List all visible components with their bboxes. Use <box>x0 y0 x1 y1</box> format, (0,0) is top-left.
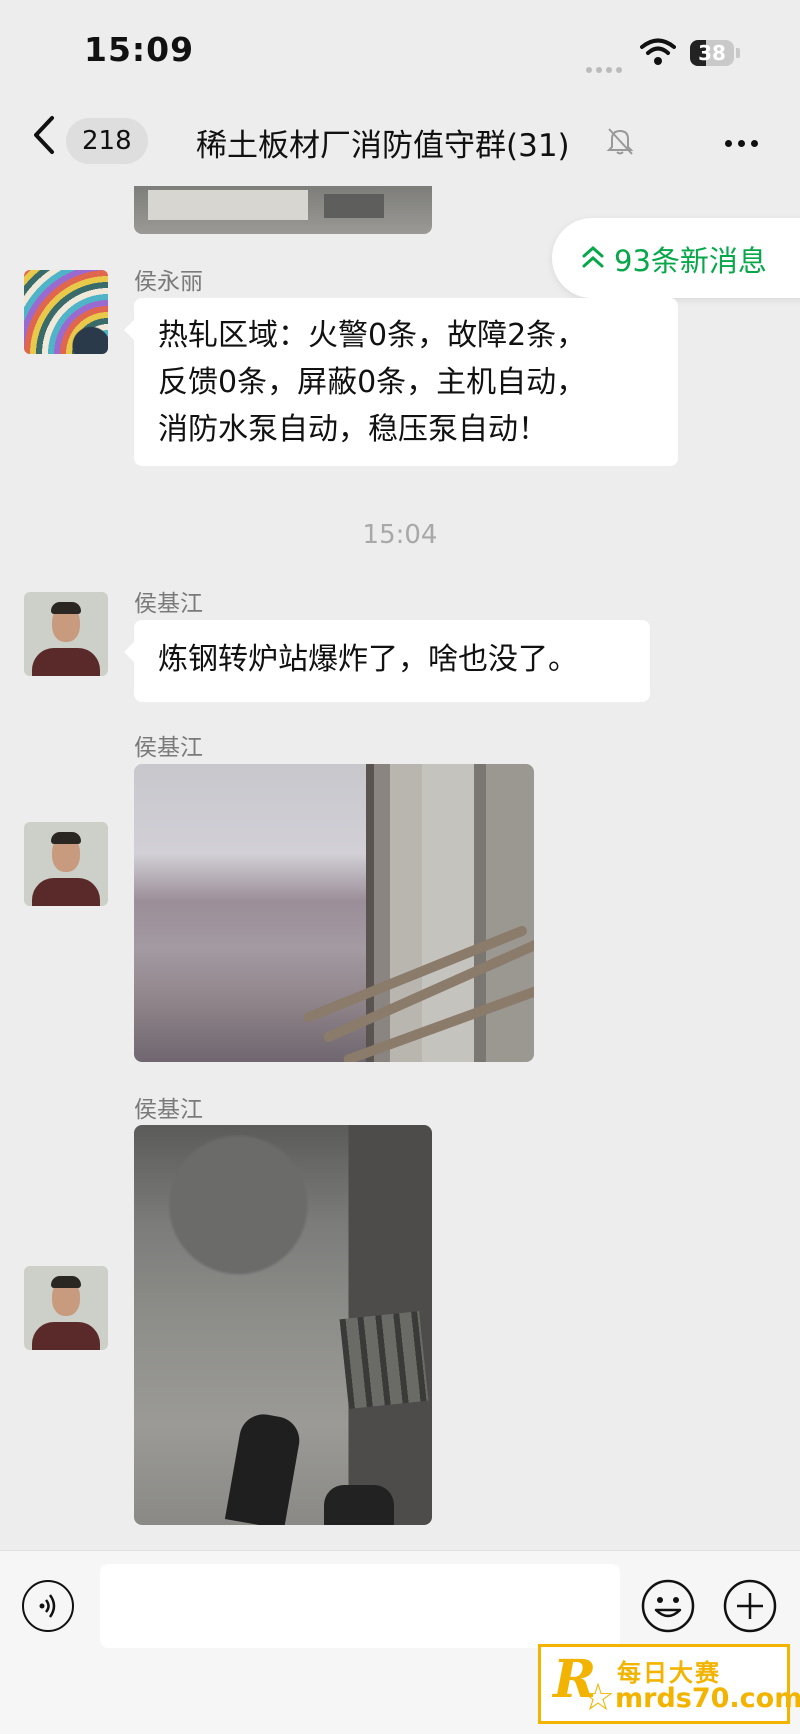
chat-title: 稀土板材厂消防值守群(31) <box>196 128 570 164</box>
star-icon: ☆ <box>581 1675 616 1719</box>
status-time: 15:09 <box>84 30 195 69</box>
battery-tip <box>736 48 740 58</box>
battery-icon: 38 <box>690 40 734 66</box>
add-button[interactable] <box>722 1578 778 1634</box>
double-chevron-up-icon <box>582 245 604 268</box>
avatar[interactable] <box>24 1266 108 1350</box>
back-button[interactable] <box>28 112 64 168</box>
message-text: 炼钢转炉站爆炸了，啥也没了。 <box>158 642 578 677</box>
voice-icon <box>39 1594 56 1618</box>
plus-circle-icon <box>723 1579 777 1633</box>
voice-input-button[interactable] <box>22 1580 74 1632</box>
wifi-icon <box>640 38 676 70</box>
message-line: 反馈0条，屏蔽0条，主机自动， <box>158 365 587 400</box>
new-messages-button[interactable]: 93条新消息 <box>552 218 800 298</box>
image-message[interactable] <box>134 1125 432 1525</box>
mute-bell-icon <box>606 126 634 160</box>
avatar[interactable] <box>24 822 108 906</box>
image-message[interactable] <box>134 764 534 1062</box>
watermark-logo: R ☆ 每日大赛 mrds70.com <box>538 1644 800 1724</box>
message-line: 热轧区域：火警0条，故障2条， <box>158 318 587 353</box>
sender-name: 侯永丽 <box>134 269 203 295</box>
message-bubble[interactable]: 热轧区域：火警0条，故障2条， 反馈0条，屏蔽0条，主机自动， 消防水泵自动，稳… <box>124 298 678 466</box>
avatar[interactable] <box>24 270 108 354</box>
message-line: 消防水泵自动，稳压泵自动！ <box>158 412 548 447</box>
message-input[interactable] <box>100 1564 620 1648</box>
watermark-domain: mrds70.com <box>615 1683 800 1714</box>
chevron-left-icon <box>34 116 54 154</box>
sender-name: 侯基江 <box>134 1097 203 1123</box>
unread-count-badge[interactable]: 218 <box>66 118 148 164</box>
avatar[interactable] <box>24 592 108 676</box>
signal-icon <box>586 58 626 77</box>
sender-name: 侯基江 <box>134 591 203 617</box>
image-message-partial[interactable] <box>134 186 432 234</box>
emoji-button[interactable] <box>640 1578 696 1634</box>
smiley-icon <box>641 1579 695 1633</box>
time-divider: 15:04 <box>362 520 438 550</box>
message-bubble[interactable]: 炼钢转炉站爆炸了，啥也没了。 <box>124 620 650 702</box>
more-options-button[interactable] <box>722 132 761 151</box>
battery-level: 38 <box>698 41 726 65</box>
sender-name: 侯基江 <box>134 735 203 761</box>
new-messages-label: 93条新消息 <box>614 244 767 278</box>
